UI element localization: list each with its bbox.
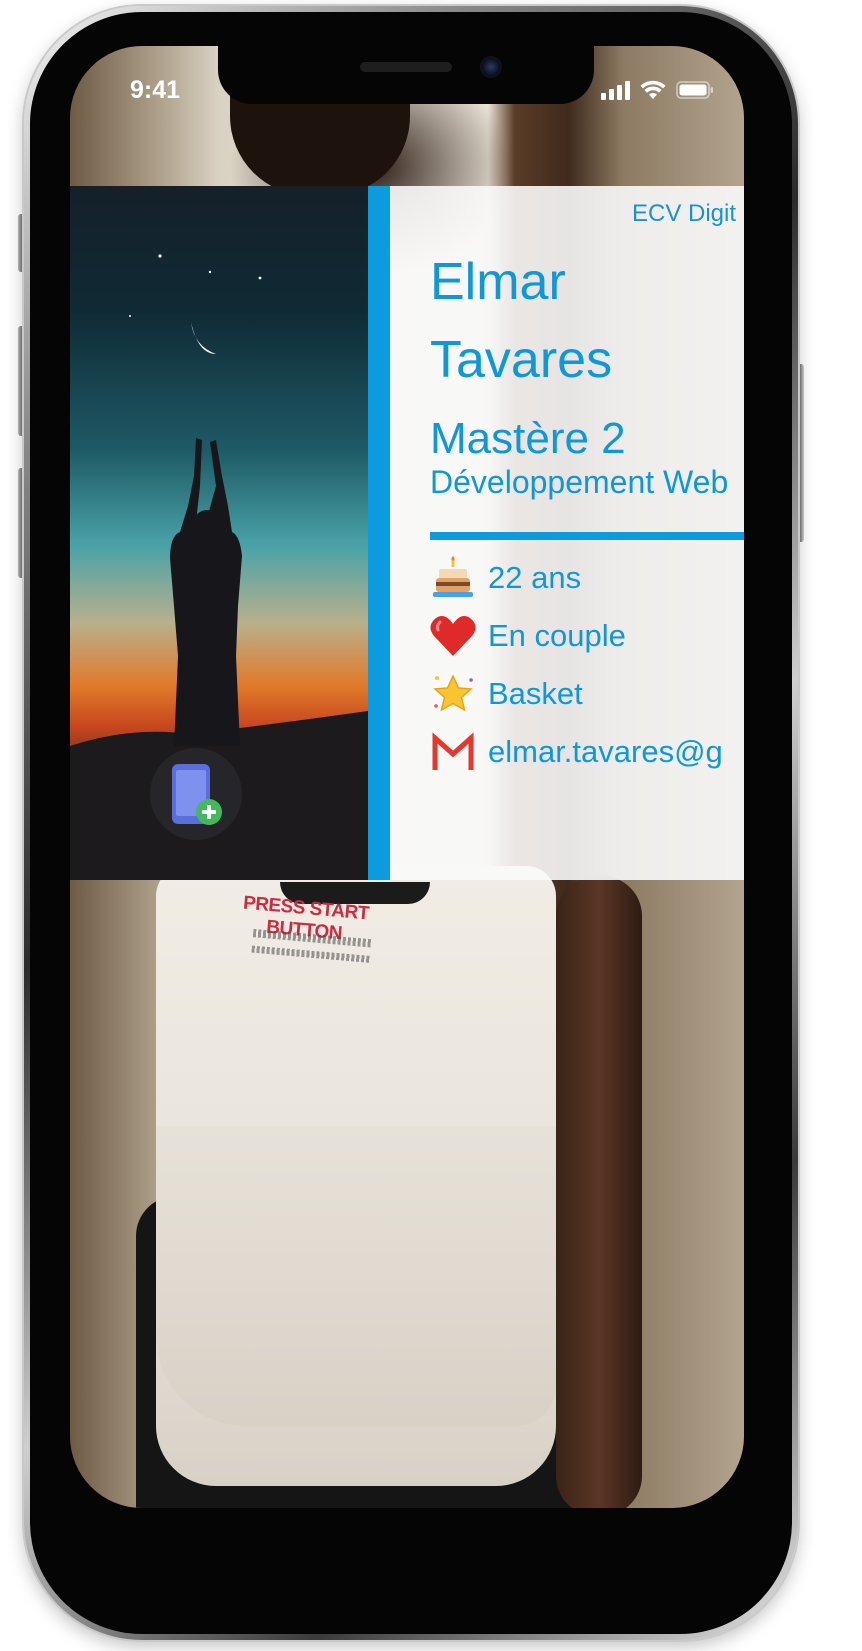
gmail-icon xyxy=(430,729,476,775)
status-icons xyxy=(601,80,714,100)
status-time: 9:41 xyxy=(130,76,181,104)
camera-feed-arm xyxy=(556,876,642,1508)
school-label: ECV Digit xyxy=(632,200,737,227)
relationship-text: En couple xyxy=(488,618,626,653)
earpiece-speaker xyxy=(360,62,452,72)
add-contact-button[interactable] xyxy=(150,748,242,840)
battery-icon xyxy=(676,80,714,100)
add-phone-contact-icon xyxy=(172,764,222,825)
program-label: Développement Web xyxy=(430,464,729,500)
birthday-cake-icon xyxy=(430,555,476,601)
hobby-text: Basket xyxy=(488,676,583,711)
age-text: 22 ans xyxy=(488,560,582,595)
accent-bar xyxy=(368,186,390,880)
email-text[interactable]: elmar.tavares@g xyxy=(488,734,723,770)
wifi-icon xyxy=(640,80,666,100)
info-row-email[interactable]: elmar.tavares@g xyxy=(430,728,723,776)
notch xyxy=(218,46,594,104)
degree-label: Mastère 2 xyxy=(430,414,626,463)
info-row-age: 22 ans xyxy=(430,554,581,602)
profile-card: ECV Digit Elmar Tavares Mastère 2 Dévelo… xyxy=(70,186,744,880)
camera-feed-shirt-hem xyxy=(156,1126,556,1426)
card-info-panel: ECV Digit Elmar Tavares Mastère 2 Dévelo… xyxy=(390,186,744,880)
info-row-hobby: Basket xyxy=(430,670,583,718)
info-row-relationship: En couple xyxy=(430,612,626,660)
last-name: Tavares xyxy=(430,331,613,389)
phone-screen: PRESS START BUTTON 9:41 ECV Digit Elmar … xyxy=(70,46,744,1508)
heart-icon xyxy=(430,613,476,659)
first-name: Elmar xyxy=(430,253,566,311)
cellular-signal-icon xyxy=(601,80,630,100)
front-camera xyxy=(480,56,502,78)
star-icon xyxy=(430,671,476,717)
divider xyxy=(430,532,744,540)
